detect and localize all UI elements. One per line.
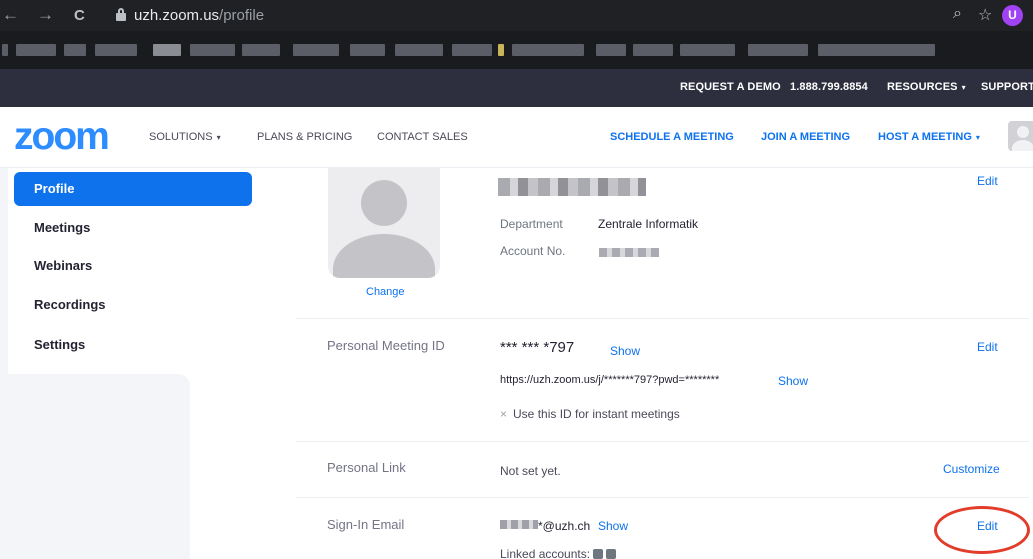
browser-toolbar: ← → C uzh.zoom.us/profile ⌕ ☆ U: [0, 0, 1033, 31]
support-link[interactable]: SUPPORT: [981, 81, 1033, 93]
profile-content: Change Edit Department Zentrale Informat…: [262, 168, 1033, 559]
sidebar-item-recordings[interactable]: Recordings: [14, 288, 252, 322]
linked-account-icon: [606, 549, 617, 559]
sidebar: Profile Meetings Webinars Recordings Set…: [0, 168, 262, 559]
chevron-down-icon: ▾: [975, 133, 980, 142]
chevron-down-icon: ▾: [216, 133, 221, 142]
edit-profile-link[interactable]: Edit: [977, 174, 998, 188]
sidebar-item-settings[interactable]: Settings: [14, 328, 252, 362]
back-icon[interactable]: ←: [2, 4, 19, 26]
browser-profile-avatar[interactable]: U: [1002, 5, 1023, 26]
show-email-button[interactable]: Show: [598, 519, 628, 533]
pmi-invite-link: https://uzh.zoom.us/j/*******797?pwd=***…: [500, 374, 720, 386]
divider: [296, 318, 1029, 319]
email-domain: *@uzh.ch: [538, 519, 591, 533]
linked-account-icon: [593, 549, 604, 559]
pmi-value: *** *** *797: [500, 339, 575, 356]
resources-label: RESOURCES: [887, 81, 958, 93]
user-name-redacted: [498, 178, 646, 196]
divider: [296, 441, 1029, 442]
resources-menu[interactable]: RESOURCES ▾: [887, 81, 966, 93]
account-number-label: Account No.: [500, 244, 566, 258]
sign-in-email-section-label: Sign-In Email: [327, 517, 405, 532]
reload-icon[interactable]: C: [74, 5, 85, 27]
solutions-label: SOLUTIONS: [149, 131, 213, 143]
department-value: Zentrale Informatik: [598, 217, 699, 231]
url-host: uzh.zoom.us: [134, 7, 220, 24]
customize-personal-link[interactable]: Customize: [943, 462, 1000, 476]
divider: [296, 497, 1029, 498]
sidebar-item-meetings[interactable]: Meetings: [14, 211, 252, 245]
host-meeting-label: HOST A MEETING: [878, 131, 972, 143]
pmi-section-label: Personal Meeting ID: [327, 338, 445, 353]
host-meeting-menu[interactable]: HOST A MEETING ▾: [878, 131, 980, 143]
zoom-logo[interactable]: zoom: [14, 117, 110, 157]
department-label: Department: [500, 217, 563, 231]
profile-picture: [328, 168, 440, 278]
url-path: /profile: [219, 7, 265, 24]
plans-pricing-link[interactable]: PLANS & PRICING: [257, 131, 352, 143]
highlight-circle: [934, 506, 1030, 554]
show-invite-link-button[interactable]: Show: [778, 374, 808, 388]
schedule-meeting-link[interactable]: SCHEDULE A MEETING: [610, 131, 734, 143]
chevron-down-icon: ▾: [961, 83, 966, 92]
user-avatar[interactable]: [1008, 121, 1033, 151]
request-demo-link[interactable]: REQUEST A DEMO: [680, 81, 781, 93]
account-number-redacted: [599, 248, 659, 257]
personal-link-section-label: Personal Link: [327, 460, 406, 475]
solutions-menu[interactable]: SOLUTIONS ▾: [149, 131, 221, 143]
close-icon: ×: [500, 407, 508, 421]
change-picture-link[interactable]: Change: [366, 286, 405, 298]
main-navigation: zoom SOLUTIONS ▾ PLANS & PRICING CONTACT …: [0, 107, 1033, 168]
utility-bar: REQUEST A DEMO 1.888.799.8854 RESOURCES ▾…: [0, 69, 1033, 107]
bookmark-star-icon[interactable]: ☆: [978, 5, 992, 25]
edit-pmi-link[interactable]: Edit: [977, 340, 998, 354]
email-local-part-redacted: [500, 520, 538, 529]
instant-meeting-option: × Use this ID for instant meetings: [500, 407, 680, 421]
zoom-magnifier-icon[interactable]: ⌕: [953, 5, 962, 23]
contact-sales-link[interactable]: CONTACT SALES: [377, 131, 468, 143]
sidebar-background-lower: [0, 374, 190, 559]
linked-accounts-label: Linked accounts:: [500, 547, 591, 559]
forward-icon[interactable]: →: [37, 4, 54, 26]
phone-number-link[interactable]: 1.888.799.8854: [790, 81, 868, 93]
personal-link-value: Not set yet.: [500, 464, 561, 478]
address-bar[interactable]: uzh.zoom.us/profile: [134, 6, 264, 25]
sidebar-item-webinars[interactable]: Webinars: [14, 249, 252, 283]
join-meeting-link[interactable]: JOIN A MEETING: [761, 131, 850, 143]
instant-meeting-label: Use this ID for instant meetings: [513, 407, 680, 421]
sidebar-item-profile[interactable]: Profile: [14, 172, 252, 206]
show-pmi-button[interactable]: Show: [610, 344, 640, 358]
bookmarks-bar-blurred: [0, 31, 1033, 69]
linked-accounts: Linked accounts:: [500, 547, 617, 559]
lock-icon[interactable]: [116, 8, 126, 21]
